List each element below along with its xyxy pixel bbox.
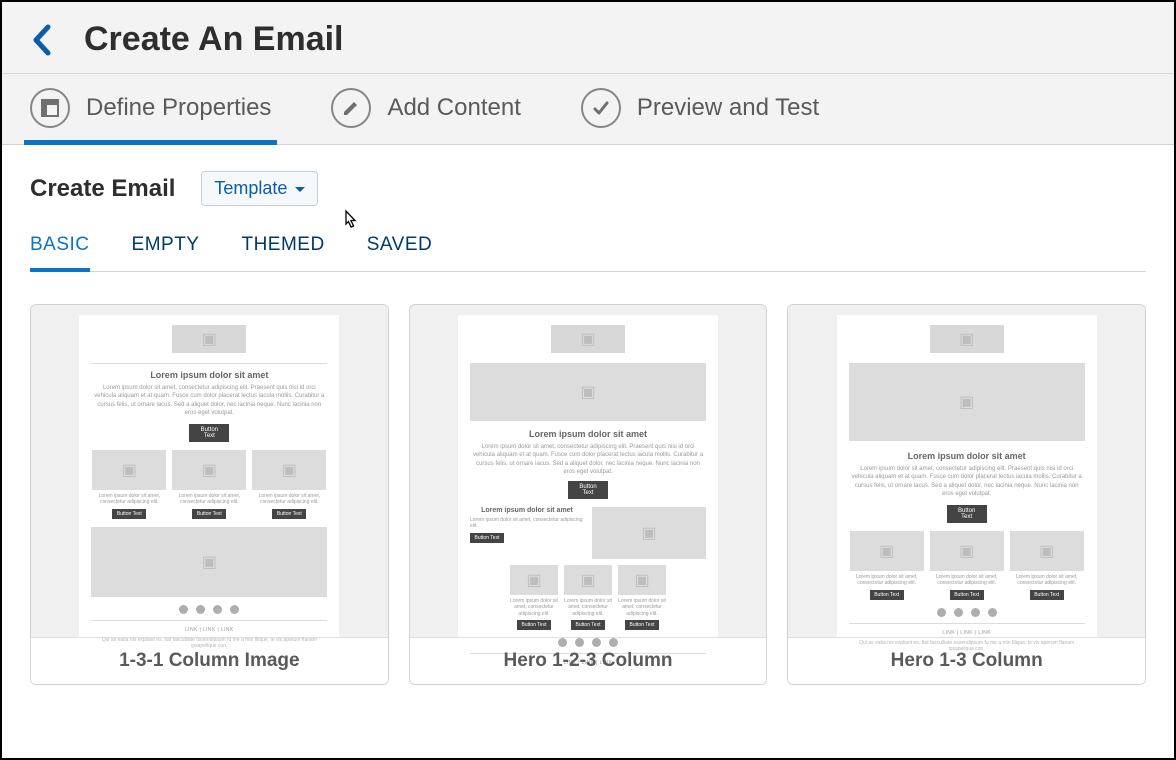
back-icon[interactable] xyxy=(30,23,54,57)
step-preview-test[interactable]: Preview and Test xyxy=(581,88,819,144)
template-dropdown-label: Template xyxy=(214,178,287,199)
template-card[interactable]: ▣ ▣ Lorem ipsum dolor sit amet Lorem ips… xyxy=(409,304,768,685)
template-dropdown-button[interactable]: Template xyxy=(201,171,318,206)
tab-themed[interactable]: THEMED xyxy=(241,234,324,271)
image-placeholder-icon: ▣ xyxy=(202,552,217,572)
chevron-down-icon xyxy=(295,187,305,197)
mock-paragraph: Lorem ipsum dolor sit amet, consectetur … xyxy=(93,384,325,418)
page-header: Create An Email xyxy=(2,2,1174,74)
wizard-steps: Define Properties Add Content Preview an… xyxy=(2,74,1174,145)
section-heading: Create Email xyxy=(30,175,175,203)
template-preview: ▣ ▣ Lorem ipsum dolor sit amet Lorem ips… xyxy=(410,305,767,637)
image-placeholder-icon: ▣ xyxy=(580,382,595,402)
template-card[interactable]: ▣ Lorem ipsum dolor sit amet Lorem ipsum… xyxy=(30,304,389,685)
step-label: Add Content xyxy=(387,94,520,122)
template-card[interactable]: ▣ ▣ Lorem ipsum dolor sit amet Lorem ips… xyxy=(787,304,1146,685)
pencil-icon xyxy=(331,88,371,128)
template-card-grid: ▣ Lorem ipsum dolor sit amet Lorem ipsum… xyxy=(2,282,1174,685)
step-label: Preview and Test xyxy=(637,94,819,122)
image-placeholder-icon: ▣ xyxy=(959,392,974,412)
tab-saved[interactable]: SAVED xyxy=(367,234,433,271)
mock-heading: Lorem ipsum dolor sit amet xyxy=(91,370,327,380)
properties-icon xyxy=(30,88,70,128)
template-category-tabs: BASIC EMPTY THEMED SAVED xyxy=(30,234,1146,272)
mock-links: LINK | LINK | LINK xyxy=(91,627,327,633)
mock-button: Button Text xyxy=(189,424,229,442)
page-title: Create An Email xyxy=(84,20,344,59)
step-define-properties[interactable]: Define Properties xyxy=(30,88,271,144)
step-add-content[interactable]: Add Content xyxy=(331,88,520,144)
mock-footer: Qui as eatia nis expliant es. Itat fascu… xyxy=(91,637,327,650)
tab-basic[interactable]: BASIC xyxy=(30,234,90,272)
check-icon xyxy=(581,88,621,128)
template-preview: ▣ Lorem ipsum dolor sit amet Lorem ipsum… xyxy=(31,305,388,637)
content-area: Create Email Template BASIC EMPTY THEMED… xyxy=(2,145,1174,282)
tab-empty[interactable]: EMPTY xyxy=(132,234,200,271)
template-preview: ▣ ▣ Lorem ipsum dolor sit amet Lorem ips… xyxy=(788,305,1145,637)
image-placeholder-icon: ▣ xyxy=(202,329,217,349)
step-label: Define Properties xyxy=(86,94,271,122)
